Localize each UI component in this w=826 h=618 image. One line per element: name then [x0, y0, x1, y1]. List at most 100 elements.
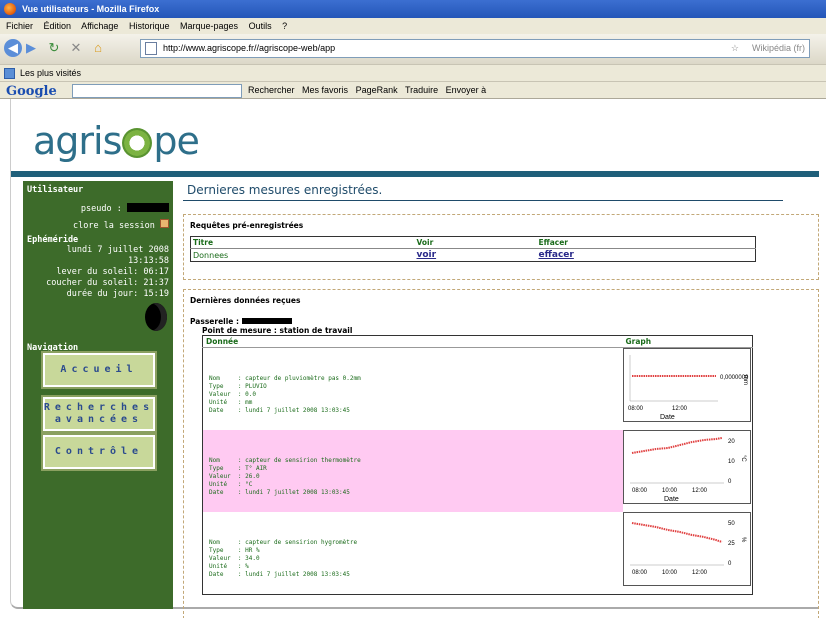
- ephemeride-sunset: coucher du soleil: 21:37: [46, 278, 169, 288]
- firefox-icon: [4, 3, 16, 15]
- mesure-desc-hygro: Nom : capteur de sensirion hygromètre Ty…: [209, 539, 358, 578]
- bookmarks-toolbar: Les plus visités: [0, 64, 826, 81]
- redacted-block: [241, 318, 292, 324]
- browser-window: Vue utilisateurs - Mozilla Firefox Fichi…: [0, 0, 826, 618]
- voir-link[interactable]: voir: [417, 250, 437, 260]
- requetes-table: Titre Voir Effacer Donnees voir effacer: [190, 236, 756, 262]
- page-frame: agris pe Utilisateur pseudo : clore la se…: [10, 99, 819, 618]
- home-icon[interactable]: ⌂: [90, 39, 106, 57]
- google-search-button[interactable]: Rechercher: [248, 85, 295, 95]
- requetes-title: Requêtes pré-enregistrées: [190, 221, 304, 230]
- title-bar: Vue utilisateurs - Mozilla Firefox: [0, 0, 826, 18]
- logout-icon[interactable]: [160, 219, 169, 228]
- graph-x-tick: 08:00: [628, 406, 644, 412]
- star-icon[interactable]: ☆: [731, 40, 739, 57]
- graph-x-tick: 10:00: [662, 570, 678, 576]
- back-arrow-icon[interactable]: ◀: [4, 39, 22, 57]
- graph-series-line: [631, 437, 722, 454]
- col-graph: Graph: [622, 335, 753, 348]
- mesures-table: Donnée Graph Nom : capteur de pluviomètr…: [202, 335, 753, 595]
- graph-y-tick: 50: [728, 521, 735, 527]
- effacer-link[interactable]: effacer: [539, 250, 574, 260]
- sidebar: Utilisateur pseudo : clore la session Ep…: [23, 181, 173, 609]
- reload-icon[interactable]: ↻: [46, 39, 62, 57]
- google-toolbar: Google Rechercher Mes favoris PageRank T…: [0, 81, 826, 99]
- graph-y-tick: 0: [728, 479, 732, 485]
- bookmark-most-visited[interactable]: Les plus visités: [20, 68, 81, 78]
- graph-x-label: Date: [664, 496, 679, 503]
- google-favorites-button[interactable]: Mes favoris: [302, 85, 348, 95]
- point-mesure-label: Point de mesure : station de travail: [202, 326, 353, 335]
- navigation-toolbar: ◀ ▶ ↻ ✕ ⌂ http://www.agriscope.fr//agris…: [0, 34, 826, 64]
- row-titre: Donnees: [193, 250, 229, 260]
- logout-link[interactable]: clore la session: [73, 221, 155, 231]
- menu-affichage[interactable]: Affichage: [81, 21, 118, 31]
- graph-y-tick: 10: [728, 459, 735, 465]
- search-engine-box[interactable]: Wikipédia (fr): [752, 40, 805, 57]
- nav-accueil-label: Accueil: [60, 364, 138, 375]
- requetes-panel: Requêtes pré-enregistrées Titre Voir Eff…: [183, 214, 819, 280]
- menu-bar: Fichier Édition Affichage Historique Mar…: [0, 18, 826, 34]
- graph-thermo[interactable]: 20 10 0 °C 08:00 10:00 12:00 Date: [622, 430, 751, 504]
- col-effacer: Effacer: [536, 236, 756, 249]
- graph-x-tick: 12:00: [692, 570, 708, 576]
- google-translate-button[interactable]: Traduire: [405, 85, 438, 95]
- donnees-title: Dernières données reçues: [190, 296, 301, 305]
- logout-row[interactable]: clore la session: [23, 219, 173, 232]
- graph-hygro[interactable]: 50 25 0 % 08:00 10:00 12:00: [622, 512, 751, 586]
- google-search-input[interactable]: [72, 84, 242, 98]
- menu-outils[interactable]: Outils: [249, 21, 272, 31]
- table-row: Donnees voir effacer: [191, 249, 756, 262]
- col-donnee: Donnée: [202, 335, 623, 348]
- graph-pluvio-svg: 0,0000000 mm 08:00 12:00 Date: [628, 355, 749, 421]
- menu-historique[interactable]: Historique: [129, 21, 170, 31]
- bookmark-icon: [4, 68, 15, 79]
- menu-edition[interactable]: Édition: [44, 21, 72, 31]
- sidebar-utilisateur-title: Utilisateur: [27, 185, 84, 195]
- url-text: http://www.agriscope.fr//agriscope-web/a…: [163, 43, 336, 53]
- window-title: Vue utilisateurs - Mozilla Firefox: [22, 4, 160, 14]
- pseudo-row: pseudo :: [23, 203, 173, 215]
- stop-icon[interactable]: ✕: [68, 39, 84, 57]
- nav-recherches-button[interactable]: Recherches avancées: [41, 395, 157, 433]
- ephemeride-date: lundi 7 juillet 2008: [66, 245, 169, 255]
- nav-accueil-button[interactable]: Accueil: [41, 351, 157, 389]
- menu-fichier[interactable]: Fichier: [6, 21, 33, 31]
- pseudo-label: pseudo :: [80, 204, 122, 214]
- graph-pluvio[interactable]: 0,0000000 mm 08:00 12:00 Date: [622, 348, 751, 422]
- redacted-block: [127, 203, 169, 212]
- mesure-desc-pluvio: Nom : capteur de pluviomètre pas 0.2mm T…: [209, 375, 361, 414]
- google-logo: Google: [6, 84, 57, 99]
- moon-phase-icon: [145, 303, 167, 331]
- graph-x-tick: 12:00: [692, 488, 708, 494]
- header-divider: [11, 171, 819, 177]
- graph-x-label: Date: [660, 414, 675, 421]
- graph-series-line: [631, 522, 722, 543]
- graph-unit-label: %: [740, 537, 746, 543]
- table-row: Nom : capteur de pluviomètre pas 0.2mm T…: [202, 347, 753, 430]
- menu-marque-pages[interactable]: Marque-pages: [180, 21, 238, 31]
- ephemeride-time: 13:13:58: [128, 256, 169, 266]
- graph-x-tick: 08:00: [632, 488, 648, 494]
- google-send-button[interactable]: Envoyer à: [446, 85, 487, 95]
- agriscope-logo[interactable]: agris pe: [33, 119, 200, 163]
- donnees-panel: Dernières données reçues Passerelle : Po…: [183, 289, 819, 618]
- page-title: Dernieres mesures enregistrées.: [183, 181, 783, 201]
- google-pagerank-button[interactable]: PageRank: [356, 85, 398, 95]
- forward-arrow-icon[interactable]: ▶: [24, 39, 38, 57]
- passerelle-label: Passerelle :: [190, 317, 239, 326]
- page-viewport: agris pe Utilisateur pseudo : clore la se…: [10, 99, 826, 618]
- graph-x-tick: 08:00: [632, 570, 648, 576]
- graph-unit-label: °C: [740, 455, 746, 462]
- graph-unit-label: mm: [742, 375, 748, 385]
- nav-recherches-label-1: Recherches: [43, 402, 155, 413]
- sidebar-navigation-title: Navigation: [27, 343, 79, 353]
- nav-recherches-label-2: avancées: [54, 414, 144, 425]
- nav-controle-button[interactable]: Contrôle: [41, 433, 157, 471]
- col-voir: Voir: [414, 236, 537, 249]
- graph-y-tick: 25: [728, 541, 735, 547]
- table-row: Nom : capteur de sensirion hygromètre Ty…: [202, 512, 753, 595]
- table-row: Nom : capteur de sensirion thermomètre T…: [202, 430, 753, 512]
- menu-aide[interactable]: ?: [282, 21, 287, 31]
- url-field[interactable]: http://www.agriscope.fr//agriscope-web/a…: [140, 39, 810, 58]
